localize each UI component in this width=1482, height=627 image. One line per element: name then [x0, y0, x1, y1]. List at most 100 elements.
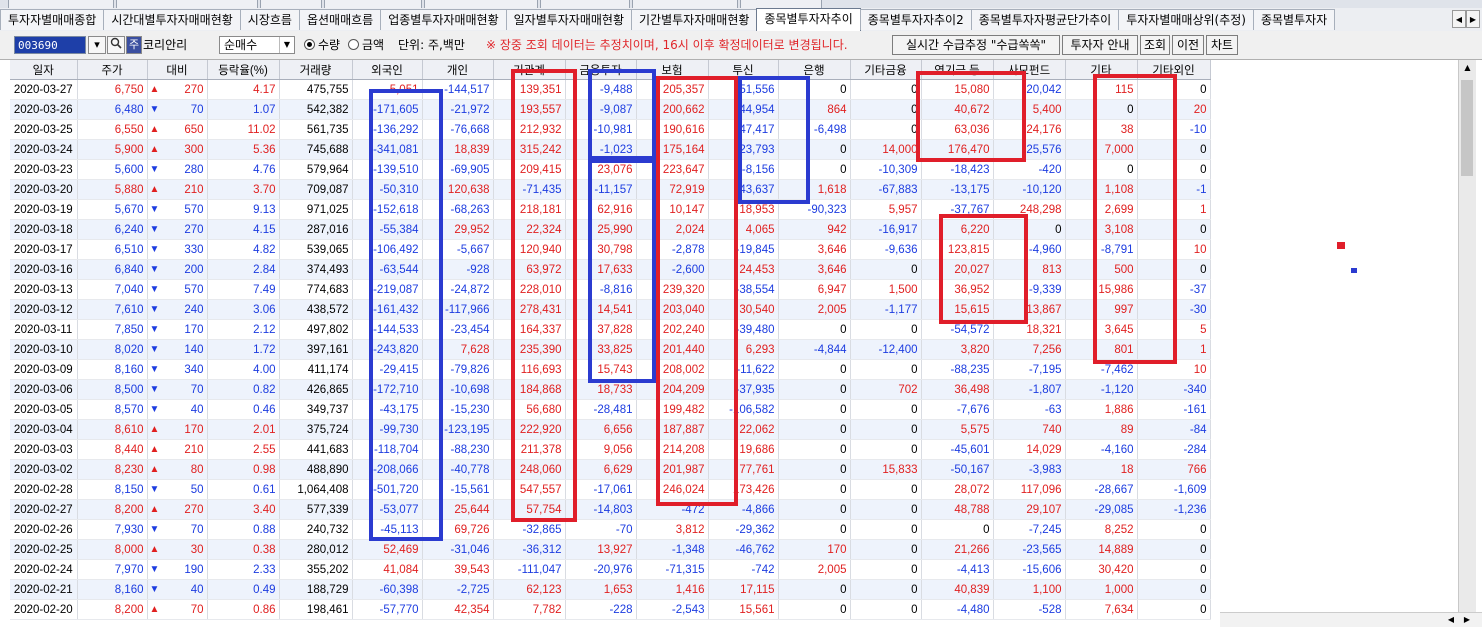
- cell-change: ▲ 80: [147, 459, 208, 480]
- tab-9[interactable]: 종목별투자자평균단가추이: [970, 9, 1120, 30]
- cell-date: 2020-02-20: [10, 599, 78, 620]
- cell-rate: 2.33: [207, 559, 280, 580]
- market-badge[interactable]: 주: [126, 36, 142, 54]
- cell-investor: 3,646: [778, 239, 851, 260]
- change-value: 140: [184, 343, 204, 356]
- column-header[interactable]: 외국인: [352, 60, 423, 80]
- radio-amount[interactable]: [348, 39, 359, 50]
- change-value: 70: [190, 383, 204, 396]
- top-tab[interactable]: [116, 0, 258, 8]
- cell-investor: 0: [850, 119, 922, 140]
- vertical-scrollbar[interactable]: ▲: [1458, 60, 1476, 614]
- table-row[interactable]: 2020-02-25 8,000 ▲ 30 0.38 280,012 52,469 -31,0…: [10, 539, 1211, 560]
- cell-change: ▼ 70: [147, 519, 208, 540]
- table-row[interactable]: 2020-03-05 8,570 ▼ 40 0.46 349,737 -43,175 -15,…: [10, 399, 1211, 420]
- top-tab[interactable]: [740, 0, 822, 8]
- top-tab[interactable]: [632, 0, 738, 8]
- column-header[interactable]: 등락율(%): [207, 60, 280, 80]
- cell-rate: 3.06: [207, 299, 280, 320]
- query-button[interactable]: 조회: [1140, 35, 1170, 55]
- mode-select[interactable]: 순매수 ▼: [219, 36, 295, 54]
- triangle-down-icon: ▼: [149, 583, 160, 595]
- realtime-supply-button[interactable]: 실시간 수급추정 "수급쏙쏙": [892, 35, 1060, 55]
- cell-investor: 0: [778, 579, 851, 600]
- tab-11[interactable]: 종목별투자자: [1252, 9, 1336, 30]
- tab-1[interactable]: 시간대별투자자매매현황: [103, 9, 241, 30]
- scroll-left-icon[interactable]: ◀: [1444, 613, 1458, 627]
- cell-investor: 0: [778, 519, 851, 540]
- scroll-up-icon[interactable]: ▲: [1459, 60, 1476, 76]
- cell-change: ▲ 70: [147, 599, 208, 620]
- scroll-right-icon[interactable]: ▶: [1460, 613, 1474, 627]
- top-tab[interactable]: [324, 0, 422, 8]
- cell-volume: 411,174: [279, 359, 353, 380]
- tab-scroll-left-button[interactable]: ◀: [1452, 10, 1466, 28]
- code-dropdown-button[interactable]: ▾: [88, 36, 106, 54]
- tab-4[interactable]: 업종별투자자매매현황: [380, 9, 507, 30]
- tab-7[interactable]: 종목별투자자추이: [756, 8, 861, 31]
- cell-date: 2020-03-05: [10, 399, 78, 420]
- cell-investor: 0: [921, 519, 994, 540]
- cell-investor: 3,812: [636, 519, 709, 540]
- top-tab[interactable]: [424, 0, 538, 8]
- triangle-up-icon: ▲: [149, 543, 160, 555]
- table-row[interactable]: 2020-03-03 8,440 ▲ 210 2.55 441,683 -118,704 -8…: [10, 439, 1211, 460]
- cell-change: ▼ 190: [147, 559, 208, 580]
- table-row[interactable]: 2020-02-27 8,200 ▲ 270 3.40 577,339 -53,077 25,…: [10, 499, 1211, 520]
- table-row[interactable]: 2020-03-04 8,610 ▲ 170 2.01 375,724 -99,730 -12…: [10, 419, 1211, 440]
- table-row[interactable]: 2020-03-02 8,230 ▲ 80 0.98 488,890 -208,066 -40…: [10, 459, 1211, 480]
- triangle-down-icon: ▼: [149, 303, 160, 315]
- radio-quantity[interactable]: [304, 39, 315, 50]
- top-tab[interactable]: [260, 0, 322, 8]
- cell-investor: 170: [778, 539, 851, 560]
- cell-investor: -67,883: [850, 179, 922, 200]
- cell-rate: 0.86: [207, 599, 280, 620]
- investor-guide-button[interactable]: 투자자 안내: [1062, 35, 1138, 55]
- cell-date: 2020-03-03: [10, 439, 78, 460]
- table-row[interactable]: 2020-02-28 8,150 ▼ 50 0.61 1,064,408 -501,720-…: [10, 479, 1211, 500]
- top-tab[interactable]: [8, 0, 114, 8]
- column-header[interactable]: 거래량: [279, 60, 353, 80]
- tab-3[interactable]: 옵션매매흐름: [298, 9, 382, 30]
- table-row[interactable]: 2020-02-21 8,160 ▼ 40 0.49 188,729 -60,398 -2,7…: [10, 579, 1211, 600]
- scrollbar-thumb[interactable]: [1461, 80, 1473, 176]
- column-header[interactable]: 일자: [10, 60, 78, 80]
- cell-change: ▼ 570: [147, 199, 208, 220]
- triangle-down-icon: ▼: [149, 263, 160, 275]
- cell-volume: 240,732: [279, 519, 353, 540]
- cell-investor: 1,886: [1065, 399, 1138, 420]
- cell-investor: -340: [1137, 379, 1211, 400]
- table-row[interactable]: 2020-02-20 8,200 ▲ 70 0.86 198,461 -57,770 42,3…: [10, 599, 1211, 620]
- cell-investor: -71,315: [636, 559, 709, 580]
- table-row[interactable]: 2020-02-26 7,930 ▼ 70 0.88 240,732 -45,113 69,7…: [10, 519, 1211, 540]
- tab-scroll-right-button[interactable]: ▶: [1466, 10, 1480, 28]
- cell-investor: -4,413: [921, 559, 994, 580]
- chart-button[interactable]: 차트: [1206, 35, 1238, 55]
- column-header[interactable]: 주가: [77, 60, 148, 80]
- prev-button[interactable]: 이전: [1172, 35, 1204, 55]
- tab-10[interactable]: 투자자별매매상위(추정): [1118, 9, 1254, 30]
- cell-investor: 0: [850, 559, 922, 580]
- triangle-down-icon: ▼: [149, 483, 160, 495]
- cell-investor: 41,084: [352, 559, 423, 580]
- cell-investor: -36,312: [493, 539, 566, 560]
- top-tab[interactable]: [540, 0, 630, 8]
- table-row[interactable]: 2020-02-24 7,970 ▼ 190 2.33 355,202 41,084 39,5…: [10, 559, 1211, 580]
- cell-date: 2020-03-27: [10, 79, 78, 100]
- horizontal-scrollbar[interactable]: ◀ ▶: [1220, 612, 1482, 627]
- column-header[interactable]: 기타금융: [850, 60, 922, 80]
- stock-code-input[interactable]: 003690: [14, 36, 86, 54]
- cell-change: ▲ 300: [147, 139, 208, 160]
- column-header[interactable]: 대비: [147, 60, 208, 80]
- column-header[interactable]: 개인: [422, 60, 494, 80]
- cell-investor: -4,844: [778, 339, 851, 360]
- tab-5[interactable]: 일자별투자자매매현황: [505, 9, 633, 30]
- cell-investor: 17,115: [708, 579, 779, 600]
- tab-6[interactable]: 기간별투자자매매현황: [631, 9, 758, 30]
- tab-2[interactable]: 시장흐름: [239, 9, 300, 30]
- search-icon[interactable]: [107, 36, 125, 54]
- cell-investor: -4,480: [921, 599, 994, 620]
- tab-0[interactable]: 투자자별매매종합: [0, 9, 105, 30]
- tab-8[interactable]: 종목별투자자추이2: [859, 9, 972, 30]
- cell-investor: 18: [1065, 459, 1138, 480]
